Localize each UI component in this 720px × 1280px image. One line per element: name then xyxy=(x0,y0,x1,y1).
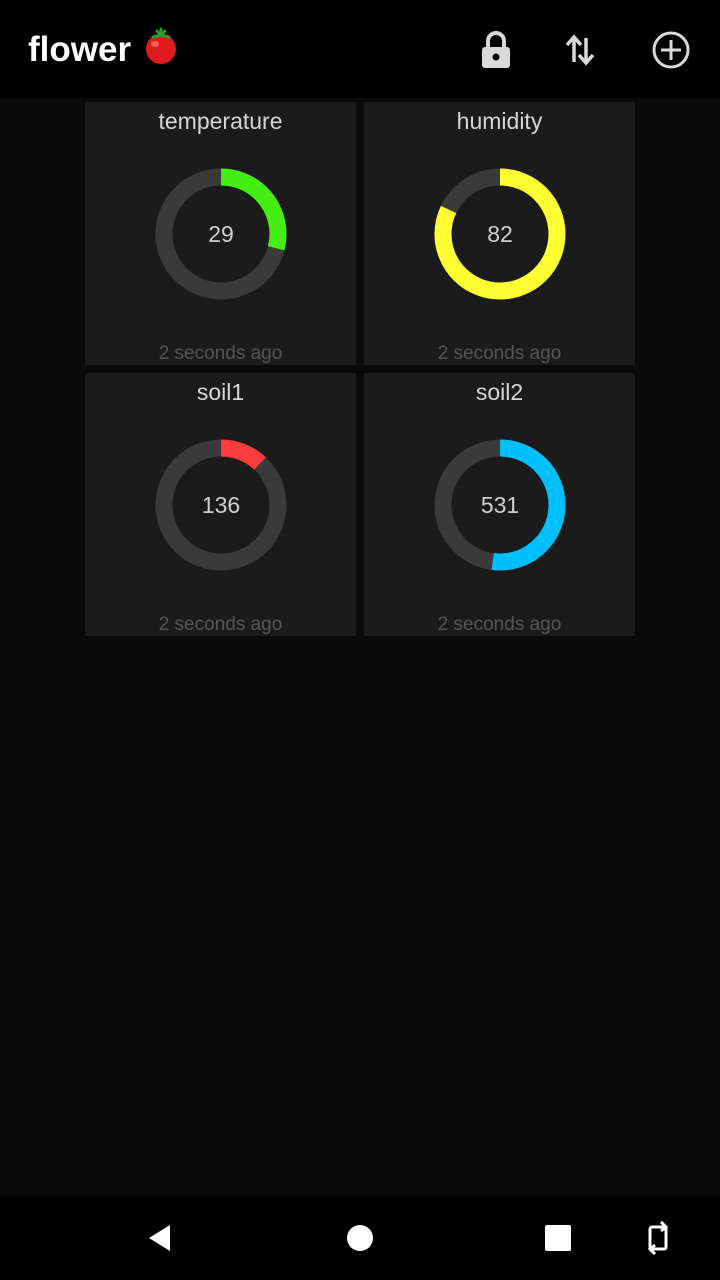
add-button[interactable] xyxy=(645,24,697,76)
tile-title: soil2 xyxy=(475,379,524,405)
last-updated: 2 seconds ago xyxy=(437,614,562,635)
last-updated: 2 seconds ago xyxy=(158,343,283,364)
app-bar: flower xyxy=(0,0,720,98)
lock-icon xyxy=(482,31,510,68)
nav-home-button[interactable] xyxy=(336,1214,384,1262)
recents-icon xyxy=(545,1225,571,1251)
app-title-text: flower xyxy=(28,30,132,69)
reorder-button[interactable] xyxy=(554,24,606,76)
tile-soil2[interactable]: soil2 531 2 seconds ago xyxy=(364,373,635,636)
gauge-value: 531 xyxy=(480,491,520,518)
gauge-value: 136 xyxy=(201,491,241,518)
tile-humidity[interactable]: humidity 82 2 seconds ago xyxy=(364,102,635,365)
swap-vertical-icon xyxy=(565,34,595,66)
tile-soil1[interactable]: soil1 136 2 seconds ago xyxy=(85,373,356,636)
nav-rotate-button[interactable] xyxy=(634,1214,682,1262)
back-icon xyxy=(149,1225,170,1251)
tile-title: soil1 xyxy=(196,379,245,405)
tile-title: temperature xyxy=(158,108,283,134)
rotate-icon xyxy=(647,1221,669,1255)
last-updated: 2 seconds ago xyxy=(158,614,283,635)
last-updated: 2 seconds ago xyxy=(437,343,562,364)
system-nav-bar xyxy=(0,1196,720,1280)
gauge-value: 29 xyxy=(208,220,234,247)
nav-recents-button[interactable] xyxy=(534,1214,582,1262)
tile-temperature[interactable]: temperature 29 2 seconds ago xyxy=(85,102,356,365)
nav-back-button[interactable] xyxy=(136,1214,184,1262)
add-circle-icon xyxy=(652,31,690,69)
lock-button[interactable] xyxy=(470,24,522,76)
dashboard: temperature 29 2 seconds ago humidity 82… xyxy=(0,98,720,1196)
tomato-icon xyxy=(141,26,181,75)
gauge-value: 82 xyxy=(487,220,513,247)
home-icon xyxy=(347,1225,373,1251)
tile-title: humidity xyxy=(456,108,543,134)
app-title: flower xyxy=(28,26,181,74)
